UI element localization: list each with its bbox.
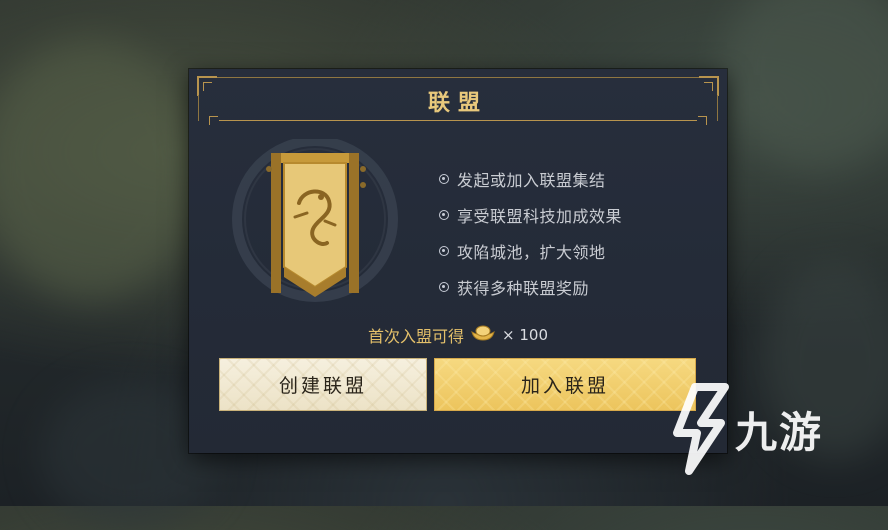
reward-quantity: × 100 xyxy=(502,326,548,344)
bullet-icon xyxy=(439,246,449,256)
list-item: 获得多种联盟奖励 xyxy=(439,269,622,305)
benefit-text: 发起或加入联盟集结 xyxy=(457,171,606,190)
create-alliance-button[interactable]: 创建联盟 xyxy=(219,358,427,411)
title-divider xyxy=(209,116,707,125)
alliance-dialog: 联盟 发起或加入联盟集结 享受联盟科技加成效果 攻陷城池，扩大领地 获得多种联盟… xyxy=(189,69,727,453)
reward-label: 首次入盟可得 xyxy=(368,327,465,346)
benefit-text: 获得多种联盟奖励 xyxy=(457,279,590,298)
dialog-title: 联盟 xyxy=(427,90,488,116)
list-item: 攻陷城池，扩大领地 xyxy=(439,233,622,269)
benefit-list: 发起或加入联盟集结 享受联盟科技加成效果 攻陷城池，扩大领地 获得多种联盟奖励 xyxy=(439,161,622,305)
first-join-reward: 首次入盟可得 × 100 xyxy=(189,323,727,347)
frame-top-border xyxy=(217,77,699,78)
gold-ingot-icon xyxy=(470,324,496,346)
benefit-text: 攻陷城池，扩大领地 xyxy=(457,243,606,262)
bullet-icon xyxy=(439,174,449,184)
watermark-logo-icon xyxy=(673,383,729,475)
bullet-icon xyxy=(439,210,449,220)
join-alliance-button[interactable]: 加入联盟 xyxy=(434,358,696,411)
site-watermark: 九游 xyxy=(665,383,855,475)
watermark-text: 九游 xyxy=(735,408,824,457)
alliance-banner-emblem xyxy=(229,136,409,309)
bullet-icon xyxy=(439,282,449,292)
list-item: 发起或加入联盟集结 xyxy=(439,161,622,197)
list-item: 享受联盟科技加成效果 xyxy=(439,197,622,233)
benefit-text: 享受联盟科技加成效果 xyxy=(457,207,623,226)
